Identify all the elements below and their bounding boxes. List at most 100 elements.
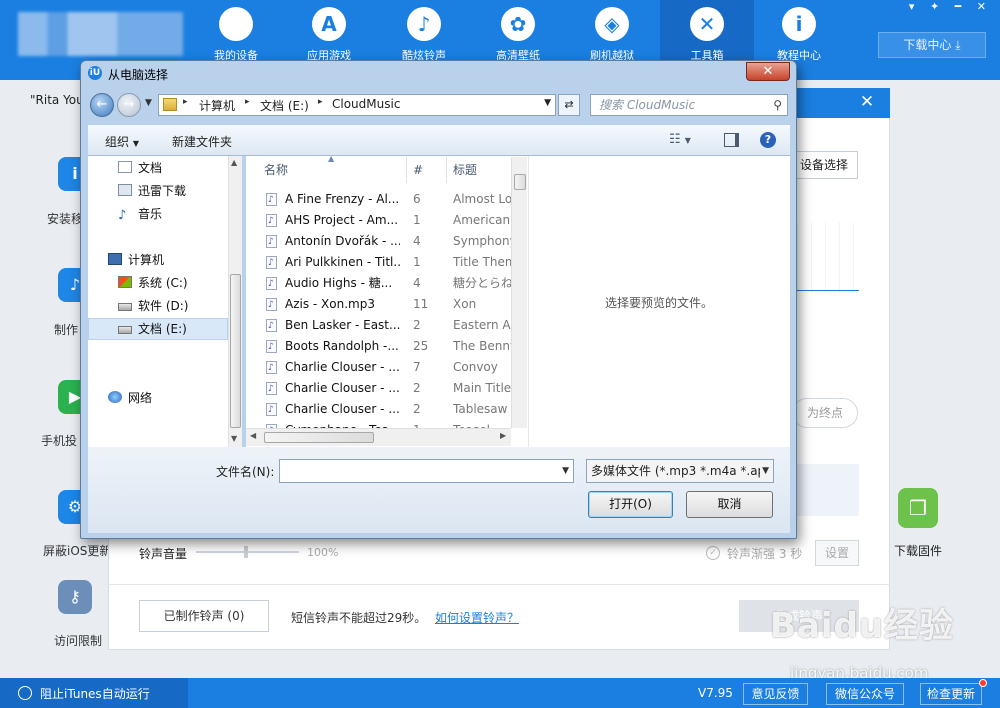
audio-file-icon [266, 358, 277, 379]
tree-scrollbar[interactable]: ▲ ▼ [228, 156, 242, 447]
folder-icon [118, 184, 132, 196]
nav-flash-jailbreak[interactable]: ◈ 刷机越狱 [567, 0, 657, 62]
refresh-icon[interactable]: ⇄ [558, 94, 580, 116]
file-row[interactable]: Boots Randolph -...25The Benny [262, 336, 512, 358]
wechat-button[interactable]: 微信公众号 [826, 683, 904, 705]
made-ringtones-button[interactable]: 已制作铃声 (0) [139, 600, 269, 632]
column-divider [446, 157, 447, 183]
file-row[interactable]: Ben Lasker - East...2Eastern Ac [262, 315, 512, 337]
music-icon: ♪ [118, 208, 127, 223]
audio-file-icon [266, 337, 277, 358]
chevron-down-icon[interactable]: ▼ [544, 98, 551, 108]
help-icon[interactable]: ? [760, 132, 776, 148]
file-list-hscrollbar[interactable]: ◀ ▶ [246, 428, 511, 446]
computer-icon [108, 253, 122, 265]
filename-input[interactable]: ▼ [279, 459, 574, 483]
folder-icon [163, 98, 177, 111]
chevron-down-icon: ▼ [760, 460, 769, 482]
open-button[interactable]: 打开(O) [588, 491, 673, 518]
volume-slider-handle[interactable] [244, 546, 248, 558]
file-row[interactable]: Charlie Clouser - ...7Convoy [262, 357, 512, 379]
download-firmware-icon[interactable]: ❒ [898, 488, 938, 528]
set-end-point-button[interactable]: 为终点 [792, 398, 858, 428]
device-select-button[interactable]: 设备选择 [790, 151, 858, 179]
close-icon[interactable]: ✕ [746, 62, 790, 81]
feedback-button[interactable]: 意见反馈 [743, 683, 808, 705]
column-header-number[interactable]: # [413, 157, 423, 183]
chevron-right-icon: ▸ [318, 97, 323, 107]
audio-file-icon [266, 253, 277, 274]
organize-button[interactable]: 组织 ▼ [105, 133, 139, 150]
file-row[interactable]: Ari Pulkkinen - Titl...1Title Them [262, 252, 512, 274]
breadcrumb-drive[interactable]: 文档 (E:) [260, 97, 309, 114]
view-options-icon[interactable]: ☷ ▼ [669, 132, 691, 147]
file-list-scrollbar[interactable] [511, 157, 527, 428]
filename-label: 文件名(N): [216, 465, 275, 479]
notification-dot [979, 679, 987, 687]
chevron-right-icon: ▸ [183, 97, 188, 107]
app-store-icon: A [312, 7, 346, 41]
fade-in-label: 铃声渐强 3 秒 [727, 547, 803, 561]
chevron-right-icon: ▸ [245, 97, 250, 107]
windows-drive-icon [118, 276, 132, 288]
new-folder-button[interactable]: 新建文件夹 [172, 133, 232, 150]
preview-message: 选择要预览的文件。 [604, 296, 713, 310]
checkbox-icon[interactable]: ✓ [706, 546, 720, 560]
nav-ringtones[interactable]: ♪ 酷炫铃声 [379, 0, 469, 62]
nav-apps-games[interactable]: A 应用游戏 [284, 0, 374, 62]
nav-tutorials[interactable]: i 教程中心 [754, 0, 844, 62]
file-row[interactable]: Charlie Clouser - ...2Tablesaw [262, 399, 512, 421]
nav-wallpapers[interactable]: ✿ 高清壁纸 [473, 0, 563, 62]
tools-icon: ✕ [690, 7, 724, 41]
filetype-select[interactable]: 多媒体文件 (*.mp3 *.m4a *.ap ▼ [586, 459, 774, 483]
chevron-down-icon: ▼ [562, 466, 569, 476]
file-row[interactable]: Audio Highs - 糖...4糖分とらね [262, 273, 512, 295]
nav-my-device[interactable]: 我的设备 [191, 0, 281, 62]
back-arrow-icon[interactable]: ← [90, 93, 114, 117]
app-logo [18, 12, 183, 56]
access-limit-icon[interactable]: ⚷ [58, 580, 92, 614]
volume-value: 100% [307, 546, 339, 559]
chevron-down-icon[interactable]: ▼ [145, 98, 152, 108]
audio-file-icon [266, 232, 277, 253]
nav-toolbox[interactable]: ✕ 工具箱 [660, 0, 754, 62]
search-icon[interactable]: ⚲ [773, 95, 782, 115]
file-row[interactable]: Antonín Dvořák - ...4Symphony [262, 231, 512, 253]
close-icon[interactable]: ✕ [852, 89, 882, 115]
tree-item-computer[interactable]: 计算机 [108, 250, 248, 270]
panel-section [797, 464, 859, 516]
file-row[interactable]: AHS Project - Am...1American [262, 210, 512, 232]
address-bar[interactable]: ▸ 计算机 ▸ 文档 (E:) ▸ CloudMusic ▼ [158, 94, 556, 116]
audio-file-icon [266, 295, 277, 316]
file-row[interactable]: A Fine Frenzy - Al...6Almost Lo [262, 189, 512, 211]
network-icon [108, 391, 122, 403]
column-header-name[interactable]: 名称 [264, 157, 288, 183]
forward-arrow-icon[interactable]: → [117, 93, 141, 117]
waveform-area [797, 222, 859, 292]
breadcrumb-computer[interactable]: 计算机 [199, 97, 235, 114]
radio-icon[interactable] [18, 686, 32, 700]
download-center-button[interactable]: 下载中心 ⤓ [878, 32, 986, 58]
check-update-button[interactable]: 检查更新 [920, 683, 982, 705]
how-to-link[interactable]: 如何设置铃声？ [435, 609, 519, 626]
navigation-pane: 文档 迅雷下载 ♪ 音乐 计算机 系统 (C:) 软件 (D:) 文档 (E:) … [88, 156, 242, 447]
tree-item-network[interactable]: 网络 [108, 388, 248, 408]
fade-settings-button[interactable]: 设置 [815, 540, 859, 566]
info-icon: i [782, 7, 816, 41]
drive-icon [118, 303, 132, 311]
cancel-button[interactable]: 取消 [686, 491, 773, 518]
audio-file-icon [266, 274, 277, 295]
search-input[interactable]: 搜索 CloudMusic ⚲ [590, 94, 788, 116]
audio-file-icon [266, 316, 277, 337]
apple-icon [219, 7, 253, 41]
drive-icon [118, 326, 132, 334]
breadcrumb-folder[interactable]: CloudMusic [332, 97, 400, 111]
file-row[interactable]: Azis - Xon.mp311Xon [262, 294, 512, 316]
sort-indicator-icon: ▲ [328, 154, 335, 163]
preview-pane-icon[interactable] [724, 133, 739, 147]
column-header-title[interactable]: 标题 [453, 157, 477, 183]
audio-file-icon [266, 190, 277, 211]
file-row[interactable]: Charlie Clouser - ...2Main Title [262, 378, 512, 400]
waveform-line [797, 290, 859, 291]
window-controls[interactable]: ▾ ✦ ━ ✕ [909, 0, 992, 13]
